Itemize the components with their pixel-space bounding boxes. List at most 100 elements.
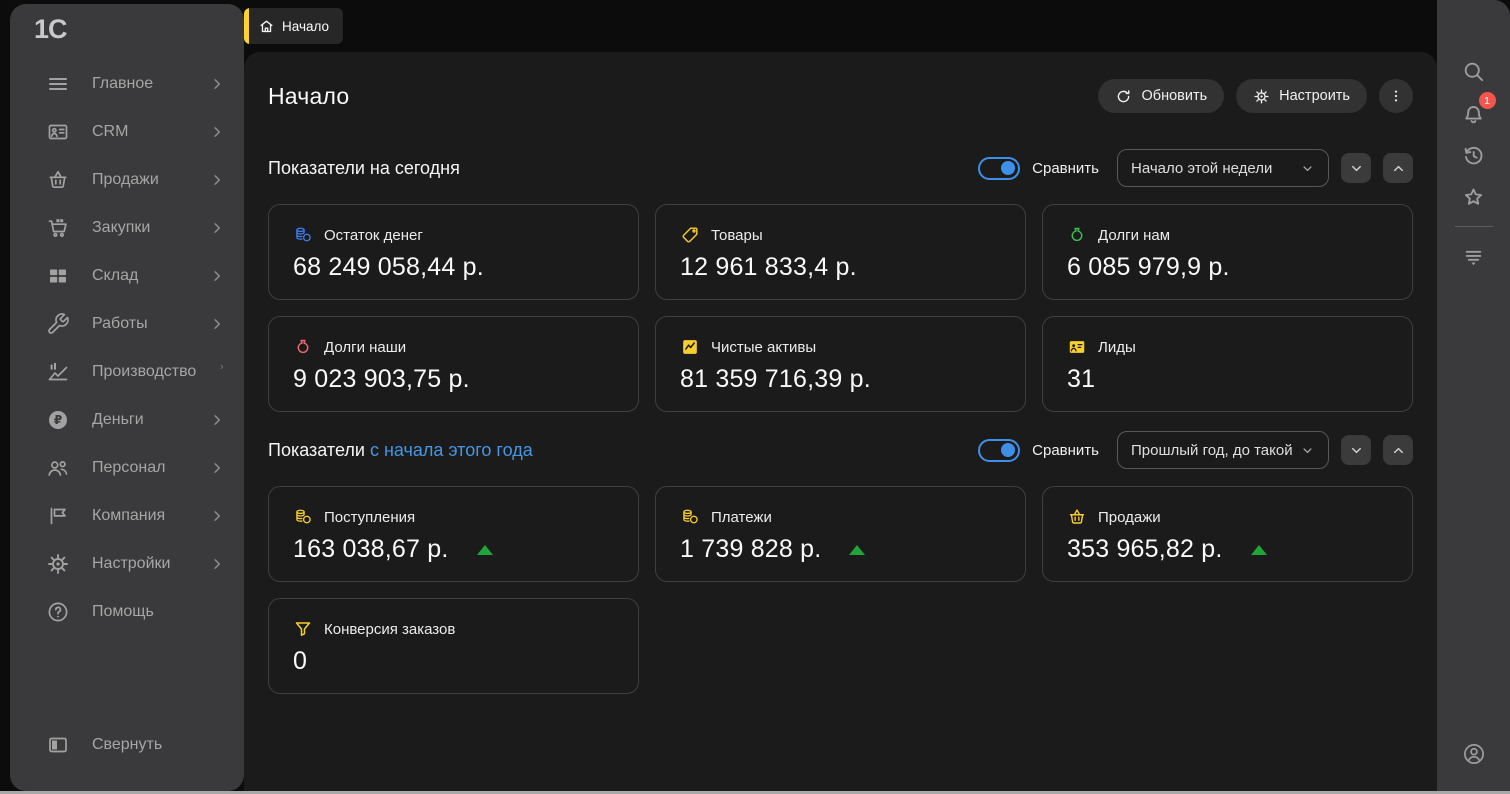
kebab-icon bbox=[1387, 87, 1405, 105]
trend-up-icon bbox=[849, 545, 865, 555]
kpi-card-goods[interactable]: Товары 12 961 833,4 р. bbox=[655, 204, 1026, 300]
production-icon bbox=[46, 360, 70, 384]
kpi-value: 68 249 058,44 р. bbox=[293, 253, 484, 282]
warehouse-icon bbox=[46, 264, 70, 288]
compare-toggle[interactable] bbox=[978, 157, 1020, 180]
sidebar-item-pomosch[interactable]: Помощь bbox=[10, 588, 244, 636]
refresh-icon bbox=[1115, 88, 1132, 105]
chevron-down-icon bbox=[1300, 161, 1315, 176]
tab-home[interactable]: Начало bbox=[244, 8, 343, 44]
chart-square-icon bbox=[680, 337, 700, 357]
kpi-value: 353 965,82 р. bbox=[1067, 535, 1223, 564]
move-section-up-button[interactable] bbox=[1383, 435, 1413, 465]
kpi-card-cash[interactable]: Остаток денег 68 249 058,44 р. bbox=[268, 204, 639, 300]
kpi-card-sales[interactable]: Продажи 353 965,82 р. bbox=[1042, 486, 1413, 582]
flag-icon bbox=[46, 504, 70, 528]
coins-icon bbox=[293, 507, 313, 527]
sidebar-item-prodazhi[interactable]: Продажи bbox=[10, 156, 244, 204]
notifications-button[interactable]: 1 bbox=[1455, 92, 1493, 134]
moneybag-icon bbox=[1067, 225, 1087, 245]
kpi-card-leads[interactable]: Лиды 31 bbox=[1042, 316, 1413, 412]
kpi-value: 6 085 979,9 р. bbox=[1067, 253, 1230, 282]
kpi-card-incomings[interactable]: Поступления 163 038,67 р. bbox=[268, 486, 639, 582]
right-toolbar: 1 bbox=[1437, 0, 1510, 791]
kpi-card-debts-to-us[interactable]: Долги нам 6 085 979,9 р. bbox=[1042, 204, 1413, 300]
chevron-right-icon bbox=[208, 219, 226, 237]
active-tab-accent bbox=[244, 8, 249, 44]
sidebar-item-zakupki[interactable]: Закупки bbox=[10, 204, 244, 252]
tab-bar: Начало bbox=[244, 0, 1437, 52]
left-sidebar: 1С Главное CRM bbox=[10, 4, 244, 791]
sidebar-item-nastroyki[interactable]: Настройки bbox=[10, 540, 244, 588]
sidebar-item-dengi[interactable]: ₽ Деньги bbox=[10, 396, 244, 444]
user-circle-icon bbox=[1461, 741, 1487, 767]
search-button[interactable] bbox=[1455, 50, 1493, 92]
user-account-button[interactable] bbox=[1437, 741, 1510, 767]
period-select[interactable]: Начало этой недели bbox=[1117, 149, 1329, 187]
chevron-up-icon bbox=[1391, 161, 1406, 176]
configure-button[interactable]: Настроить bbox=[1236, 79, 1367, 113]
kpi-card-order-conversion[interactable]: Конверсия заказов 0 bbox=[268, 598, 639, 694]
moneybag-icon bbox=[293, 337, 313, 357]
tag-icon bbox=[680, 225, 700, 245]
kpi-card-our-debts[interactable]: Долги наши 9 023 903,75 р. bbox=[268, 316, 639, 412]
chevron-down-icon bbox=[1349, 161, 1364, 176]
sidebar-item-crm[interactable]: CRM bbox=[10, 108, 244, 156]
chevron-right-icon bbox=[208, 555, 226, 573]
section-title-today: Показатели на сегодня bbox=[268, 158, 460, 179]
chevron-down-icon bbox=[1349, 443, 1364, 458]
collapse-section-button[interactable] bbox=[1341, 435, 1371, 465]
chevron-right-icon bbox=[208, 267, 226, 285]
cart-icon bbox=[46, 216, 70, 240]
chevron-right-icon bbox=[208, 507, 226, 525]
sidebar-item-kompaniya[interactable]: Компания bbox=[10, 492, 244, 540]
compare-toggle[interactable] bbox=[978, 439, 1020, 462]
sidebar-item-glavnoe[interactable]: Главное bbox=[10, 60, 244, 108]
chevron-down-icon bbox=[1300, 443, 1315, 458]
kpi-value: 12 961 833,4 р. bbox=[680, 253, 857, 282]
search-icon bbox=[1461, 59, 1486, 84]
section-title-year: Показатели с начала этого года bbox=[268, 440, 533, 461]
people-icon bbox=[46, 456, 70, 480]
gear-icon bbox=[1253, 88, 1270, 105]
star-icon bbox=[1461, 185, 1486, 210]
period-select[interactable]: Прошлый год, до такой bbox=[1117, 431, 1329, 469]
kpi-value: 81 359 716,39 р. bbox=[680, 365, 871, 394]
history-icon bbox=[1461, 143, 1486, 168]
move-section-up-button[interactable] bbox=[1383, 153, 1413, 183]
kpi-value: 9 023 903,75 р. bbox=[293, 365, 470, 394]
chevron-right-icon bbox=[218, 363, 226, 381]
sidebar-item-proizvodstvo[interactable]: Производство bbox=[10, 348, 244, 396]
rail-divider bbox=[1455, 226, 1493, 227]
kpi-card-net-assets[interactable]: Чистые активы 81 359 716,39 р. bbox=[655, 316, 1026, 412]
more-menu-button[interactable] bbox=[1379, 79, 1413, 113]
chevron-right-icon bbox=[208, 315, 226, 333]
kpi-value: 0 bbox=[293, 647, 307, 676]
history-button[interactable] bbox=[1455, 134, 1493, 176]
trend-up-icon bbox=[1251, 545, 1267, 555]
collapse-section-button[interactable] bbox=[1341, 153, 1371, 183]
gear-icon bbox=[46, 552, 70, 576]
trend-up-icon bbox=[477, 545, 493, 555]
sidebar-item-personal[interactable]: Персонал bbox=[10, 444, 244, 492]
filter-lines-icon bbox=[1461, 244, 1486, 269]
chevron-right-icon bbox=[208, 411, 226, 429]
menu-icon bbox=[46, 72, 70, 96]
compare-label: Сравнить bbox=[1032, 442, 1099, 459]
sidebar-item-sklad[interactable]: Склад bbox=[10, 252, 244, 300]
refresh-button[interactable]: Обновить bbox=[1098, 79, 1224, 113]
main-panel: Начало Обновить Настроить bbox=[244, 52, 1437, 791]
basket-icon bbox=[1067, 507, 1087, 527]
sidebar-collapse-button[interactable]: Свернуть bbox=[10, 721, 244, 769]
help-icon bbox=[46, 600, 70, 624]
period-link[interactable]: с начала этого года bbox=[370, 440, 533, 460]
svg-text:₽: ₽ bbox=[54, 413, 62, 427]
favorites-button[interactable] bbox=[1455, 176, 1493, 218]
chevron-right-icon bbox=[208, 171, 226, 189]
notification-badge: 1 bbox=[1479, 92, 1496, 109]
functions-menu-button[interactable] bbox=[1455, 235, 1493, 277]
kpi-card-payments[interactable]: Платежи 1 739 828 р. bbox=[655, 486, 1026, 582]
chevron-right-icon bbox=[208, 123, 226, 141]
sidebar-item-raboty[interactable]: Работы bbox=[10, 300, 244, 348]
wrench-icon bbox=[46, 312, 70, 336]
